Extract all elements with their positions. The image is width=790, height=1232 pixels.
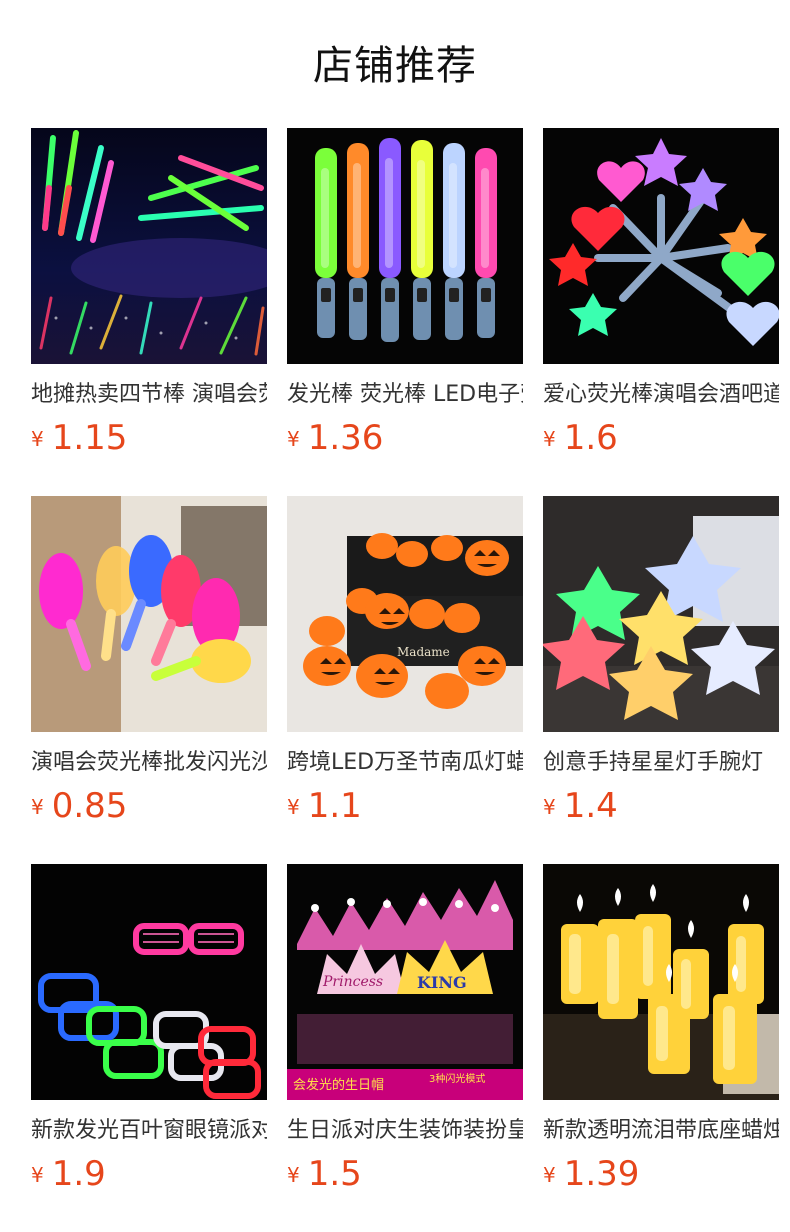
crown-king-text: KING (417, 973, 467, 992)
product-name[interactable]: 地摊热卖四节棒 演唱会荧光棒 (31, 378, 267, 412)
product-price: ¥0.85 (31, 786, 127, 826)
heart-star-wands-image (543, 128, 779, 364)
product-price: ¥1.9 (31, 1154, 106, 1194)
section-title: 店铺推荐 (313, 43, 477, 89)
price-amount: 1.36 (307, 418, 384, 458)
price-amount: 1.1 (307, 786, 362, 826)
currency-symbol: ¥ (543, 427, 556, 451)
star-lamps-image (543, 496, 779, 732)
price-amount: 1.15 (51, 418, 128, 458)
crown-princess-text: Princess (322, 974, 383, 990)
product-card[interactable]: 发光棒 荧光棒 LED电子荧光棒 ¥1.36 (287, 128, 523, 468)
product-card[interactable]: 新款发光百叶窗眼镜派对 ¥1.9 (31, 864, 267, 1204)
product-name[interactable]: 生日派对庆生装饰装扮皇冠帽 (287, 1114, 523, 1148)
product-card[interactable]: 新款透明流泪带底座蜡烛灯 ¥1.39 (543, 864, 779, 1204)
currency-symbol: ¥ (287, 427, 300, 451)
currency-symbol: ¥ (543, 1163, 556, 1187)
product-name[interactable]: 演唱会荧光棒批发闪光沙锤 (31, 746, 267, 780)
led-light-sticks-image (287, 128, 523, 364)
book-title-text: Madame (397, 645, 450, 659)
product-image[interactable] (543, 128, 779, 364)
currency-symbol: ¥ (31, 1163, 44, 1187)
birthday-crowns-image: Princess KING 会发光的生日帽 3种闪光模式 (287, 864, 523, 1100)
product-image[interactable] (31, 128, 267, 364)
currency-symbol: ¥ (543, 795, 556, 819)
product-name[interactable]: 跨境LED万圣节南瓜灯蜡烛灯 (287, 746, 523, 780)
product-image[interactable]: Princess KING 会发光的生日帽 3种闪光模式 (287, 864, 523, 1100)
product-card[interactable]: 创意手持星星灯手腕灯 ¥1.4 (543, 496, 779, 836)
price-amount: 1.39 (563, 1154, 640, 1194)
product-price: ¥1.6 (543, 418, 618, 458)
banner-mode-text: 3种闪光模式 (429, 1072, 485, 1085)
product-card[interactable]: Madame 跨境LED万圣节南瓜灯蜡 ¥ 1.1 (287, 496, 523, 836)
product-price: ¥1.5 (287, 1154, 362, 1194)
product-image[interactable]: Madame (287, 496, 523, 732)
currency-symbol: ¥ (287, 1163, 300, 1187)
product-price: ¥1.4 (543, 786, 618, 826)
product-card[interactable]: Princess KING 会发光的生日帽 3种闪光模式 生日派对庆生装饰装扮皇… (287, 864, 523, 1204)
banner-text: 会发光的生日帽 (293, 1077, 384, 1093)
product-price: ¥1.1 (287, 786, 362, 826)
shutter-glasses-image (31, 864, 267, 1100)
product-card[interactable]: 地摊热卖四节棒 演唱会荧光棒 ¥1.15 (31, 128, 267, 468)
product-image[interactable] (31, 496, 267, 732)
product-card[interactable]: 爱心荧光棒演唱会酒吧道具 ¥1.6 (543, 128, 779, 468)
currency-symbol: ¥ (287, 795, 300, 819)
product-price: ¥1.39 (543, 1154, 639, 1194)
product-name[interactable]: 新款发光百叶窗眼镜派对 (31, 1114, 267, 1148)
product-image[interactable] (31, 864, 267, 1100)
product-name[interactable]: 爱心荧光棒演唱会酒吧道具 (543, 378, 779, 412)
product-image[interactable] (543, 496, 779, 732)
product-name[interactable]: 创意手持星星灯手腕灯 (543, 746, 779, 780)
product-image[interactable] (287, 128, 523, 364)
price-amount: 1.4 (563, 786, 618, 826)
product-price: ¥1.36 (287, 418, 383, 458)
price-amount: 1.9 (51, 1154, 106, 1194)
product-price: ¥1.15 (31, 418, 127, 458)
product-card[interactable]: 演唱会荧光棒批发闪光沙锤 ¥0.85 (31, 496, 267, 836)
currency-symbol: ¥ (31, 427, 44, 451)
price-amount: 1.6 (563, 418, 618, 458)
product-name[interactable]: 发光棒 荧光棒 LED电子荧光棒 (287, 378, 523, 412)
product-name[interactable]: 新款透明流泪带底座蜡烛灯 (543, 1114, 779, 1148)
price-amount: 0.85 (51, 786, 128, 826)
currency-symbol: ¥ (31, 795, 44, 819)
product-image[interactable] (543, 864, 779, 1100)
candle-lights-image (543, 864, 779, 1100)
price-amount: 1.5 (307, 1154, 362, 1194)
foam-stick-concert-image (31, 128, 267, 364)
pumpkin-lanterns-image: Madame (287, 496, 523, 732)
glowing-maracas-image (31, 496, 267, 732)
